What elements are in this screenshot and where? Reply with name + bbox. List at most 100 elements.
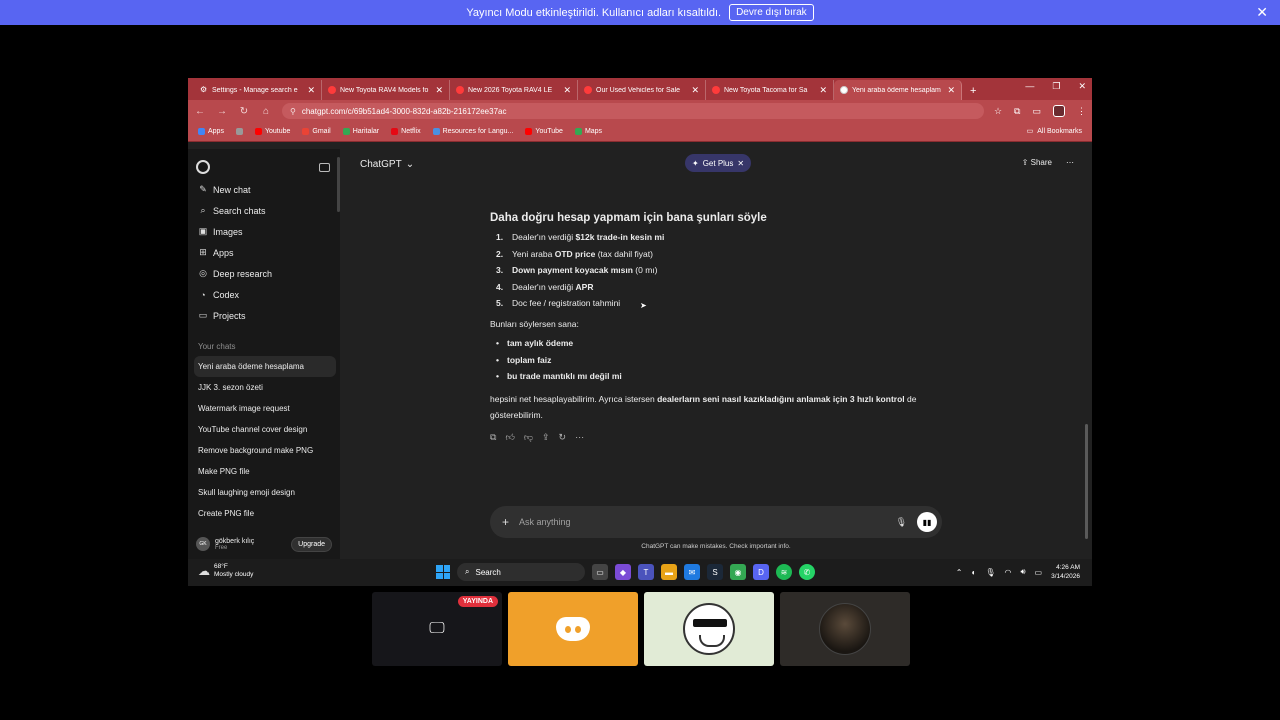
chat-item[interactable]: Make PNG file: [194, 461, 336, 482]
home-icon[interactable]: ⌂: [260, 106, 272, 117]
close-tab-icon[interactable]: ✕: [691, 85, 699, 96]
upgrade-button[interactable]: Upgrade: [291, 536, 332, 552]
bookmark-resources[interactable]: Resources for Langu...: [432, 128, 513, 135]
microphone-icon[interactable]: 🎙︎: [985, 568, 995, 577]
chat-item[interactable]: Watermark image request: [194, 398, 336, 419]
microphone-icon[interactable]: 🎙︎: [896, 517, 907, 528]
menu-icon[interactable]: ⋮: [1077, 106, 1086, 117]
back-icon[interactable]: ←: [194, 106, 206, 117]
clock[interactable]: 4:26 AM 3/14/2026: [1051, 563, 1080, 581]
maximize-icon[interactable]: ❐: [1052, 81, 1060, 92]
browser-tab[interactable]: New 2026 Toyota RAV4 LE ✕: [450, 80, 578, 100]
sidebar-item-search-chats[interactable]: ⌕ Search chats: [194, 200, 336, 221]
site-info-icon[interactable]: ⚲: [290, 107, 296, 116]
taskbar-search[interactable]: ⌕ Search: [457, 563, 585, 581]
url-input[interactable]: ⚲ chatgpt.com/c/69b51ad4-3000-832d-a82b-…: [282, 103, 984, 119]
chat-item[interactable]: JJK 3. sezon özeti: [194, 377, 336, 398]
voice-mode-button[interactable]: ▮▮: [917, 512, 937, 532]
bookmark-netflix[interactable]: Netflix: [391, 128, 421, 135]
bookmark-grid[interactable]: [235, 128, 243, 135]
close-tab-icon[interactable]: ✕: [307, 85, 315, 96]
weather-widget[interactable]: ☁ 68°F Mostly cloudy: [198, 563, 253, 579]
disable-streamer-mode-button[interactable]: Devre dışı bırak: [729, 4, 814, 21]
bookmark-star-icon[interactable]: ☆: [994, 106, 1002, 117]
chat-item[interactable]: Remove background make PNG: [194, 440, 336, 461]
chrome-icon[interactable]: ◉: [730, 564, 746, 580]
stream-preview-tile[interactable]: YAYINDA 🖵︎: [372, 592, 502, 666]
minimize-icon[interactable]: —: [1025, 81, 1034, 92]
sidebar-item-projects[interactable]: ▭ Projects: [194, 305, 336, 326]
all-bookmarks[interactable]: ▭ All Bookmarks: [1027, 127, 1082, 136]
close-icon[interactable]: ✕: [737, 159, 744, 168]
discord-icon[interactable]: D: [753, 564, 769, 580]
sidebar-item-apps[interactable]: ⊞ Apps: [194, 242, 336, 263]
model-selector[interactable]: ChatGPT ⌄: [360, 159, 414, 170]
participant-tile[interactable]: [508, 592, 638, 666]
openai-logo-icon[interactable]: [196, 160, 210, 174]
browser-tab[interactable]: New Toyota Tacoma for Sa ✕: [706, 80, 834, 100]
sidebar-item-new-chat[interactable]: ✎ New chat: [194, 179, 336, 200]
reload-icon[interactable]: ↻: [238, 106, 250, 117]
plus-icon[interactable]: +: [502, 515, 509, 529]
sidebar-item-images[interactable]: ▣ Images: [194, 221, 336, 242]
sidebar-item-deep-research[interactable]: ◎ Deep research: [194, 263, 336, 284]
cast-icon[interactable]: ▭: [1032, 106, 1041, 117]
message-actions: ⧉ 👍︎ 👎︎ ⇪ ↻ ⋯: [490, 432, 584, 443]
chat-item[interactable]: YouTube channel cover design: [194, 419, 336, 440]
share-icon[interactable]: ⇪: [542, 432, 550, 443]
get-plus-button[interactable]: ✦ Get Plus ✕: [685, 154, 752, 172]
chat-item[interactable]: Skull laughing emoji design: [194, 482, 336, 503]
close-tab-icon[interactable]: ✕: [563, 85, 571, 96]
close-tab-icon[interactable]: ✕: [819, 85, 827, 96]
chat-scrollbar[interactable]: [1085, 424, 1088, 539]
browser-tab[interactable]: New Toyota RAV4 Models fo ✕: [322, 80, 450, 100]
copy-icon[interactable]: ⧉: [490, 432, 496, 443]
volume-icon[interactable]: 🔊︎: [1020, 567, 1025, 577]
spotify-icon[interactable]: ≋: [776, 564, 792, 580]
more-icon[interactable]: ⋯: [575, 432, 584, 443]
steam-icon[interactable]: S: [707, 564, 723, 580]
copilot-icon[interactable]: ◆: [615, 564, 631, 580]
battery-icon[interactable]: ▭: [1035, 568, 1043, 577]
participant-tile[interactable]: [644, 592, 774, 666]
close-tab-icon[interactable]: ✕: [947, 85, 955, 96]
browser-tab[interactable]: ⚙ Settings - Manage search e ✕: [194, 80, 322, 100]
whatsapp-icon[interactable]: ✆: [799, 564, 815, 580]
sidebar-item-codex[interactable]: ◔ Codex: [194, 284, 336, 305]
close-window-icon[interactable]: ✕: [1078, 81, 1086, 92]
regenerate-icon[interactable]: ↻: [559, 432, 567, 443]
forward-icon[interactable]: →: [216, 106, 228, 117]
share-button[interactable]: ⇪ Share: [1022, 158, 1052, 167]
your-chats-heading: Your chats: [198, 341, 236, 351]
file-explorer-icon[interactable]: ▬: [661, 564, 677, 580]
task-view-icon[interactable]: ▭: [592, 564, 608, 580]
close-icon[interactable]: ✕: [1256, 4, 1268, 21]
extensions-icon[interactable]: ⧉: [1014, 106, 1020, 117]
chat-input[interactable]: [519, 517, 886, 527]
bookmark-maps[interactable]: Maps: [574, 128, 602, 135]
more-options-icon[interactable]: ⋯: [1066, 158, 1074, 167]
new-tab-icon[interactable]: +: [962, 85, 984, 100]
browser-tab[interactable]: Our Used Vehicles for Sale ✕: [578, 80, 706, 100]
bookmark-gmail[interactable]: Gmail: [302, 128, 331, 135]
bookmark-youtube[interactable]: Youtube: [254, 128, 290, 135]
app-tray-icon[interactable]: ◐: [971, 568, 976, 577]
close-tab-icon[interactable]: ✕: [435, 85, 443, 96]
bookmark-apps[interactable]: Apps: [198, 128, 224, 135]
browser-tab-active[interactable]: Yeni araba ödeme hesaplam ✕: [834, 80, 962, 100]
windows-start-icon[interactable]: [436, 565, 450, 579]
user-menu[interactable]: GK gökberk kılıç Free Upgrade: [188, 529, 340, 559]
mail-icon[interactable]: ✉: [684, 564, 700, 580]
toggle-sidebar-icon[interactable]: [319, 162, 330, 172]
chat-item[interactable]: Create PNG file: [194, 503, 336, 524]
chevron-up-icon[interactable]: ⌃: [956, 568, 963, 577]
teams-icon[interactable]: T: [638, 564, 654, 580]
thumbs-down-icon[interactable]: 👎︎: [524, 432, 533, 443]
thumbs-up-icon[interactable]: 👍︎: [505, 432, 514, 443]
wifi-icon[interactable]: ◠: [1004, 568, 1011, 577]
chat-item-active[interactable]: Yeni araba ödeme hesaplama: [194, 356, 336, 377]
bookmark-youtube-2[interactable]: YouTube: [525, 128, 563, 135]
profile-icon[interactable]: [1053, 105, 1065, 117]
participant-tile[interactable]: [780, 592, 910, 666]
bookmark-maps-tr[interactable]: Haritalar: [342, 128, 379, 135]
